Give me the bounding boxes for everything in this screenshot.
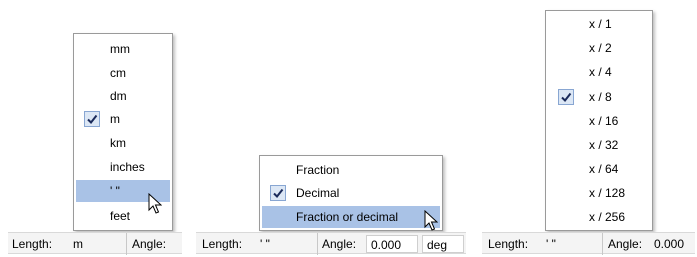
menu-item-x-16[interactable]: x / 16	[548, 110, 650, 132]
length-label: Length:	[488, 237, 529, 251]
separator	[126, 233, 127, 255]
measurement-bar: Length: m Angle:	[8, 232, 182, 255]
menu-item-x-4[interactable]: x / 4	[548, 61, 650, 83]
menu-item-x-1[interactable]: x / 1	[548, 13, 650, 35]
menu-item-label: Decimal	[296, 186, 340, 200]
menu-item-dm[interactable]: dm	[76, 85, 170, 107]
angle-label: Angle:	[322, 237, 357, 251]
angle-label: Angle:	[132, 237, 167, 251]
menu-item-cm[interactable]: cm	[76, 62, 170, 84]
length-value[interactable]: m	[73, 233, 83, 255]
menu-item-km[interactable]: km	[76, 132, 170, 154]
menu-item-label: x / 32	[589, 138, 619, 152]
angle-value[interactable]: 0.000	[654, 233, 684, 255]
menu-item-fraction-or-decimal[interactable]: Fraction or decimal	[262, 206, 440, 228]
menu-item-decimal[interactable]: Decimal	[262, 182, 440, 204]
separator	[602, 233, 603, 255]
menu-item-label: x / 256	[589, 210, 626, 224]
length-value[interactable]: ' "	[546, 233, 556, 255]
menu-item-x-2[interactable]: x / 2	[548, 37, 650, 59]
menu-item-label: inches	[110, 160, 145, 174]
mouse-pointer-icon	[424, 210, 438, 231]
menu-item-mm[interactable]: mm	[76, 38, 170, 60]
length-value[interactable]: ' "	[260, 233, 270, 255]
menu-item-label: km	[110, 136, 126, 150]
menu-item-label: mm	[110, 42, 130, 56]
menu-item-m[interactable]: m	[76, 108, 170, 130]
menu-item-label: x / 8	[589, 90, 612, 104]
length-label: Length:	[202, 237, 243, 251]
menu-item-inches[interactable]: inches	[76, 156, 170, 178]
menu-item-label: dm	[110, 89, 127, 103]
mouse-pointer-icon	[148, 193, 162, 214]
angle-label: Angle:	[608, 237, 643, 251]
menu-item-label: x / 2	[589, 41, 612, 55]
length-label: Length:	[12, 237, 53, 251]
menu-item-x-128[interactable]: x / 128	[548, 182, 650, 204]
format-menu: Fraction Decimal Fraction or decimal	[259, 155, 443, 231]
menu-item-label: x / 128	[589, 186, 626, 200]
menu-item-fraction[interactable]: Fraction	[262, 159, 440, 181]
angle-value-field[interactable]: 0.000	[366, 235, 418, 253]
menu-item-label: x / 64	[589, 162, 619, 176]
menu-item-label: cm	[110, 66, 126, 80]
precision-menu: x / 1 x / 2 x / 4 x / 8 x / 16 x / 32 x …	[545, 10, 653, 231]
checkmark-icon	[270, 185, 286, 201]
menu-item-label: x / 16	[589, 114, 619, 128]
measurement-bar: Length: ' " Angle: 0.000	[482, 232, 695, 255]
angle-unit-dropdown[interactable]: deg	[422, 235, 464, 253]
menu-item-label: x / 1	[589, 17, 612, 31]
menu-item-label: m	[110, 112, 120, 126]
menu-item-x-64[interactable]: x / 64	[548, 158, 650, 180]
separator	[317, 233, 318, 255]
menu-item-label: Fraction	[296, 163, 340, 177]
menu-item-label: ' "	[110, 184, 120, 198]
measurement-bar: Length: ' " Angle: 0.000 deg	[196, 232, 466, 255]
menu-item-label: feet	[110, 209, 131, 223]
menu-item-label: Fraction or decimal	[296, 210, 399, 224]
menu-item-x-32[interactable]: x / 32	[548, 134, 650, 156]
checkmark-icon	[84, 111, 100, 127]
checkmark-icon	[558, 89, 574, 105]
menu-item-x-256[interactable]: x / 256	[548, 206, 650, 228]
menu-item-x-8[interactable]: x / 8	[548, 86, 650, 108]
menu-item-label: x / 4	[589, 65, 612, 79]
